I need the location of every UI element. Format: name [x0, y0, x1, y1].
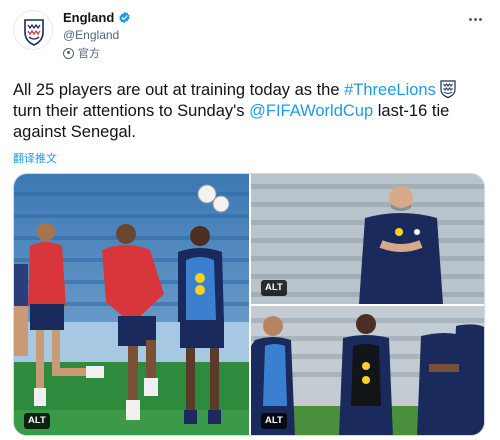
more-dot	[478, 17, 482, 21]
alt-text-badge[interactable]: ALT	[261, 413, 287, 429]
alt-text-badge[interactable]: ALT	[261, 280, 287, 296]
alt-text-badge[interactable]: ALT	[24, 413, 50, 429]
training-photo-2[interactable]: ALT	[251, 174, 484, 304]
training-photo-1[interactable]: ALT	[14, 174, 249, 435]
training-photo-1-image	[14, 174, 249, 435]
avatar[interactable]	[13, 10, 53, 50]
author-handle[interactable]: @England	[63, 28, 119, 42]
tweet-text-part: turn their attentions to Sunday's	[13, 102, 250, 120]
official-label: 官方	[63, 45, 100, 61]
translate-tweet-link[interactable]: 翻译推文	[13, 150, 57, 166]
author-display-name[interactable]: England	[63, 10, 114, 25]
more-options-button[interactable]	[462, 10, 488, 28]
verified-badge-icon	[119, 11, 130, 24]
england-crest-icon	[14, 11, 52, 49]
tweet-text: All 25 players are out at training today…	[13, 79, 483, 143]
three-lions-hashtag-icon	[440, 80, 456, 99]
media-grid: ALT ALT ALT	[13, 173, 485, 436]
more-dot	[473, 17, 477, 21]
training-photo-3[interactable]: ALT	[251, 306, 484, 435]
hashtag-link[interactable]: #ThreeLions	[344, 81, 436, 99]
author-name-row[interactable]: England	[63, 10, 131, 25]
tweet-text-part: All 25 players are out at training today…	[13, 81, 345, 99]
info-icon	[63, 47, 74, 59]
mention-link[interactable]: @FIFAWorldCup	[249, 102, 373, 120]
official-label-text: 官方	[78, 48, 100, 60]
more-dots-icon	[468, 17, 472, 21]
